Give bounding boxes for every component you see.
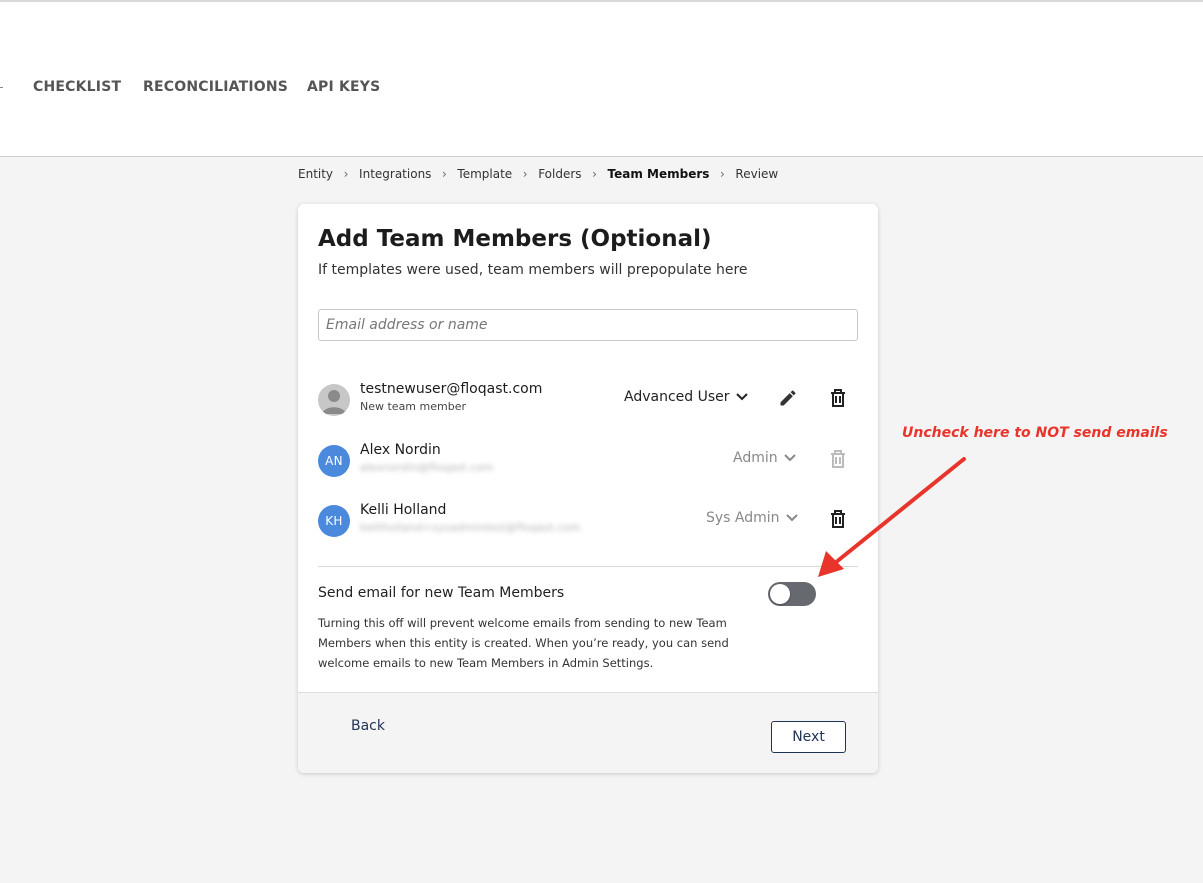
chevron-right-icon: ›	[720, 167, 725, 181]
tab-api-keys[interactable]: API KEYS	[307, 79, 380, 95]
chevron-down-icon	[735, 393, 748, 401]
role-label: Advanced User	[624, 389, 730, 405]
pencil-icon	[780, 390, 796, 406]
back-button[interactable]: Back	[351, 718, 385, 734]
card-footer: Back Next	[298, 692, 878, 773]
role-dropdown[interactable]: Advanced User	[624, 389, 748, 405]
breadcrumb-integrations[interactable]: Integrations	[359, 167, 431, 181]
avatar: AN	[318, 445, 350, 477]
role-dropdown[interactable]: Sys Admin	[706, 510, 798, 526]
member-email: alexnordin@floqast.com	[360, 461, 494, 474]
chevron-right-icon: ›	[442, 167, 447, 181]
role-label: Admin	[733, 450, 778, 466]
member-subtitle: New team member	[360, 400, 466, 413]
send-email-label: Send email for new Team Members	[318, 585, 565, 601]
chevron-right-icon: ›	[343, 167, 349, 181]
chevron-right-icon: ›	[522, 167, 528, 181]
role-dropdown[interactable]: Admin	[733, 450, 796, 466]
breadcrumb-template[interactable]: Template	[457, 167, 512, 181]
team-member-row: KH Kelli Holland kelliholland+sysadminte…	[318, 502, 858, 545]
tab-reconciliations[interactable]: RECONCILIATIONS	[143, 79, 288, 95]
breadcrumb: Entity › Integrations › Template › Folde…	[298, 166, 778, 182]
annotation-callout: Uncheck here to NOT send emails	[902, 425, 1168, 441]
annotation-arrow-icon	[818, 457, 966, 577]
member-name: Kelli Holland	[360, 502, 447, 518]
search-input[interactable]	[318, 309, 858, 341]
send-email-toggle[interactable]	[768, 582, 816, 606]
tab-checklist[interactable]: CHECKLIST	[33, 79, 121, 95]
chevron-right-icon: ›	[592, 167, 597, 181]
breadcrumb-team-members: Team Members	[607, 167, 710, 181]
divider	[318, 566, 858, 567]
next-button[interactable]: Next	[771, 721, 846, 753]
top-navigation-bar: CHECKLIST RECONCILIATIONS API KEYS	[0, 0, 1203, 157]
delete-button[interactable]	[826, 386, 850, 410]
nav-overflow-edge	[0, 87, 3, 88]
role-label: Sys Admin	[706, 510, 780, 526]
breadcrumb-entity[interactable]: Entity	[298, 167, 333, 181]
member-name: Alex Nordin	[360, 442, 441, 458]
send-email-description: Turning this off will prevent welcome em…	[318, 616, 729, 670]
edit-button[interactable]	[776, 386, 800, 410]
breadcrumb-folders[interactable]: Folders	[538, 167, 581, 181]
team-member-row: AN Alex Nordin alexnordin@floqast.com Ad…	[318, 442, 858, 485]
breadcrumb-review[interactable]: Review	[735, 167, 778, 181]
team-member-row: testnewuser@floqast.com New team member …	[318, 381, 858, 424]
member-email: kelliholland+sysadmintest@floqast.com	[360, 521, 581, 534]
member-name: testnewuser@floqast.com	[360, 381, 543, 397]
toggle-knob	[770, 584, 790, 604]
page-subtitle: If templates were used, team members wil…	[318, 262, 748, 278]
trash-icon	[831, 389, 845, 407]
page-title: Add Team Members (Optional)	[318, 226, 712, 252]
avatar: KH	[318, 505, 350, 537]
user-silhouette-icon	[318, 384, 350, 416]
